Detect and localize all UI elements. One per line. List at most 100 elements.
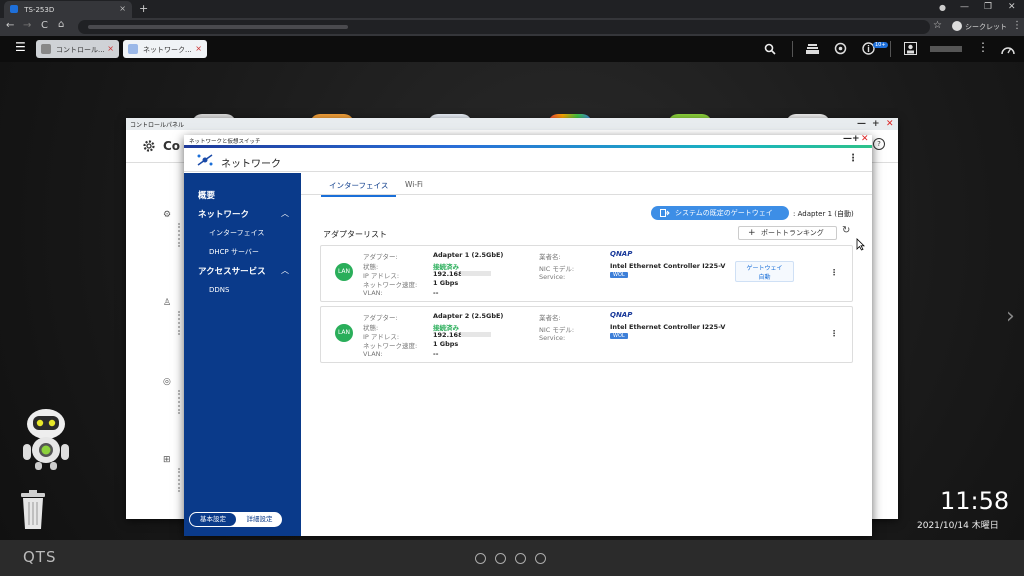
- dashboard-gauge-icon[interactable]: [1001, 43, 1015, 55]
- url-field[interactable]: [78, 20, 930, 34]
- nic-value: Intel Ethernet Controller I225-V: [610, 262, 726, 270]
- nw-maximize-button[interactable]: +: [852, 134, 860, 144]
- speed-value: 1 Gbps: [433, 340, 459, 348]
- browser-tab-title: TS-253D: [24, 6, 55, 14]
- incognito-indicator[interactable]: シークレット: [952, 20, 1007, 34]
- helpdesk-robot-icon[interactable]: [17, 406, 75, 472]
- page-title: ネットワーク: [221, 159, 281, 170]
- nw-minimize-button[interactable]: —: [843, 134, 852, 144]
- cp-close-button[interactable]: ✕: [886, 119, 894, 129]
- user-icon[interactable]: [904, 42, 917, 55]
- adapter-more-icon[interactable]: ⋮: [830, 268, 838, 277]
- qnap-logo: QNAP: [610, 311, 633, 319]
- speed-label: ネットワーク速度:: [363, 342, 418, 350]
- lan-port-icon: LAN: [335, 263, 353, 281]
- qnap-logo: QNAP: [610, 250, 633, 258]
- applications-icon[interactable]: ⊞: [163, 455, 171, 465]
- close-icon[interactable]: ×: [107, 44, 114, 53]
- control-panel-heading: Co: [163, 139, 181, 153]
- more-options-icon[interactable]: ⋮: [848, 153, 858, 164]
- gateway-chip[interactable]: ゲートウェイ 自動: [735, 261, 794, 282]
- main-menu-icon[interactable]: ☰: [15, 40, 26, 54]
- back-arrow-icon[interactable]: ←: [6, 20, 14, 31]
- address-bar-row: ← → C ⌂ ☆ シークレット ⋮: [0, 18, 1024, 36]
- gear-icon: [143, 140, 155, 152]
- advanced-mode-button[interactable]: 詳細設定: [237, 513, 282, 526]
- browser-tab[interactable]: TS-253D ×: [4, 1, 132, 18]
- adapter-card[interactable]: LAN アダプター: 状態: IP アドレス: ネットワーク速度: VLAN: …: [320, 306, 853, 363]
- reload-icon[interactable]: C: [41, 20, 48, 31]
- sidebar-item-ddns[interactable]: DDNS: [209, 286, 229, 294]
- wol-badge: WOL: [610, 333, 628, 339]
- recycle-bin-icon[interactable]: [20, 490, 46, 530]
- basic-mode-button[interactable]: 基本設定: [190, 513, 236, 526]
- adapter-more-icon[interactable]: ⋮: [830, 329, 838, 338]
- tab-interface[interactable]: インターフェイス: [321, 180, 397, 197]
- close-window-button[interactable]: ✕: [1008, 2, 1016, 12]
- browser-profile-dot-icon[interactable]: ●: [939, 3, 946, 12]
- mode-toggle: 基本設定 詳細設定: [189, 512, 282, 527]
- sidebar-item-dhcp[interactable]: DHCP サーバー: [209, 247, 259, 257]
- book-icon[interactable]: [515, 553, 526, 564]
- maximize-button[interactable]: ❐: [984, 2, 992, 12]
- task-stack-icon[interactable]: [806, 42, 819, 55]
- help-icon[interactable]: ?: [873, 138, 885, 150]
- nic-label: NIC モデル:: [539, 265, 575, 273]
- taskbar: [0, 540, 1024, 576]
- service-label: Service:: [539, 334, 566, 342]
- more-options-icon[interactable]: ⋮: [977, 40, 989, 54]
- adapter-card[interactable]: LAN アダプター: 状態: IP アドレス: ネットワーク速度: VLAN: …: [320, 245, 853, 302]
- network-header: ネットワーク ⋮: [184, 148, 872, 172]
- default-gateway-button[interactable]: システムの既定のゲートウェイ: [651, 206, 789, 220]
- qts-topbar: ☰ コントロール... × ネットワーク... × 10+ ⋮: [0, 36, 1024, 62]
- incognito-label: シークレット: [965, 23, 1007, 31]
- sync-icon[interactable]: [834, 42, 847, 55]
- nw-close-button[interactable]: ✕: [861, 134, 869, 144]
- tab-control-panel[interactable]: コントロール... ×: [36, 40, 119, 58]
- new-tab-button[interactable]: +: [139, 2, 148, 15]
- plus-icon: +: [748, 228, 756, 238]
- vendor-label: 業者名:: [539, 253, 561, 261]
- search-icon[interactable]: [764, 43, 776, 55]
- network-titlebar: ネットワークと仮想スイッチ — + ✕: [184, 134, 872, 145]
- refresh-icon[interactable]: ↻: [842, 225, 850, 236]
- cp-maximize-button[interactable]: +: [872, 119, 880, 129]
- sidebar-item-interface[interactable]: インターフェイス: [209, 228, 264, 238]
- chevron-up-icon[interactable]: ︿: [281, 265, 289, 276]
- help-tools-icon[interactable]: [495, 553, 506, 564]
- sidebar-item-overview[interactable]: 概要: [198, 189, 215, 201]
- close-icon[interactable]: ×: [195, 44, 202, 53]
- privilege-icon[interactable]: ♙: [163, 298, 171, 308]
- tab-network[interactable]: ネットワーク... ×: [123, 40, 207, 58]
- cp-minimize-button[interactable]: —: [857, 119, 866, 129]
- speed-value: 1 Gbps: [433, 279, 459, 287]
- minimize-button[interactable]: —: [960, 2, 969, 12]
- chevron-up-icon[interactable]: ︿: [281, 208, 289, 219]
- qts-logo: QTS: [23, 548, 57, 566]
- home-icon[interactable]: ⌂: [58, 19, 64, 30]
- browser-menu-icon[interactable]: ⋮: [1012, 20, 1022, 31]
- next-page-arrow-icon[interactable]: ›: [1006, 304, 1015, 329]
- network-services-icon[interactable]: ◎: [163, 377, 171, 387]
- adapter-name: Adapter 1 (2.5GbE): [433, 251, 504, 259]
- vendor-label: 業者名:: [539, 314, 561, 322]
- speed-label: ネットワーク速度:: [363, 281, 418, 289]
- bookmark-star-icon[interactable]: ☆: [933, 20, 942, 31]
- gear-icon: [41, 44, 51, 54]
- tab-wifi[interactable]: Wi-Fi: [405, 180, 423, 189]
- adapter-label: アダプター:: [363, 314, 398, 322]
- network-window-title: ネットワークと仮想スイッチ: [189, 139, 261, 145]
- nic-label: NIC モデル:: [539, 326, 575, 334]
- adapter-label: アダプター:: [363, 253, 398, 261]
- gateway-chip-mode: 自動: [758, 274, 771, 281]
- sidebar-item-network[interactable]: ネットワーク: [198, 208, 249, 220]
- vlan-label: VLAN:: [363, 350, 383, 358]
- dashboard-icon[interactable]: [475, 553, 486, 564]
- sidebar-item-access-services[interactable]: アクセスサービス: [198, 265, 266, 277]
- forward-arrow-icon[interactable]: →: [23, 20, 31, 31]
- mouse-cursor-icon: [856, 238, 865, 251]
- system-icon[interactable]: ⚙: [163, 210, 171, 220]
- close-tab-icon[interactable]: ×: [119, 4, 126, 13]
- port-trunking-button[interactable]: + ポートトランキング: [738, 226, 837, 240]
- notes-icon[interactable]: [535, 553, 546, 564]
